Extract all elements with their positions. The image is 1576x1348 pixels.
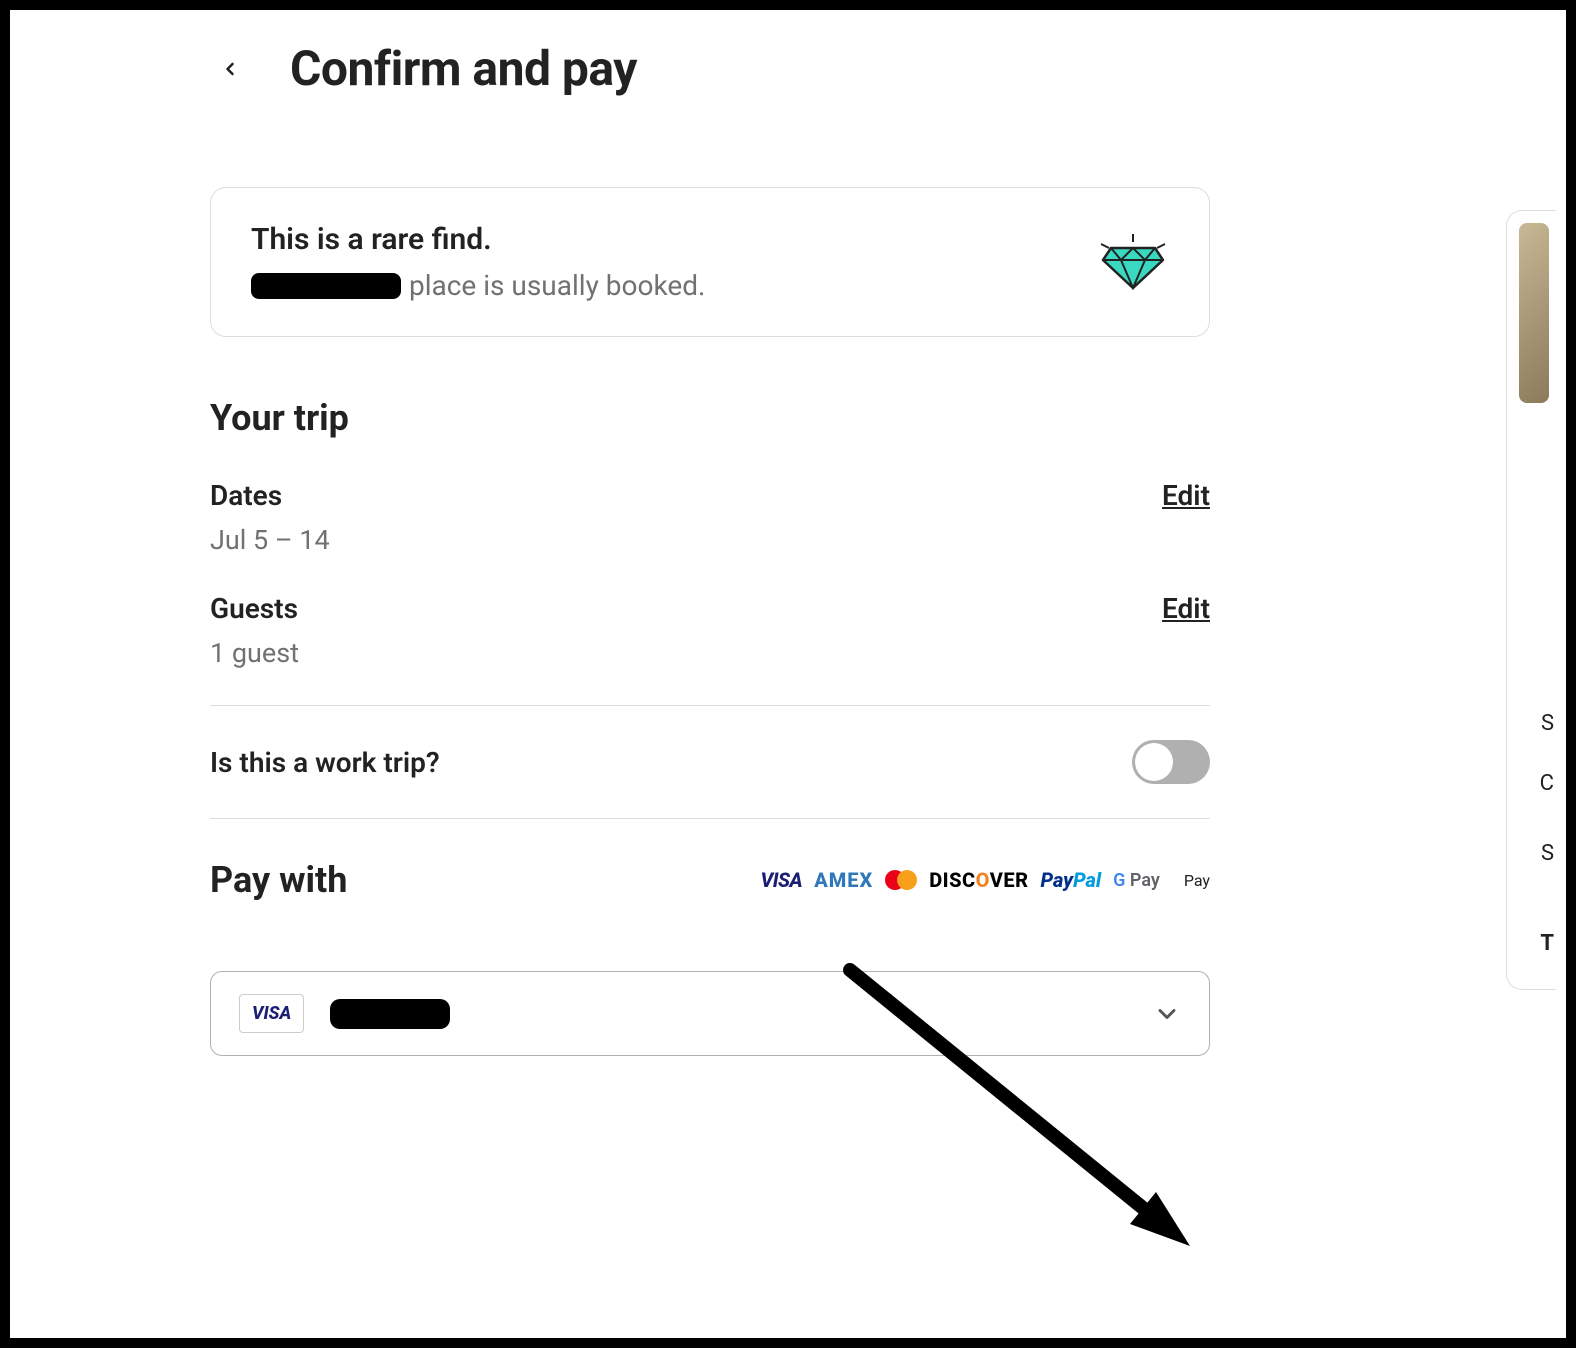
page-frame: Confirm and pay This is a rare find. pla… xyxy=(0,0,1576,1348)
sliver-text: S xyxy=(1541,841,1554,866)
paypal-icon: PayPal xyxy=(1041,868,1102,892)
rare-find-card: This is a rare find. place is usually bo… xyxy=(210,187,1210,337)
mastercard-icon xyxy=(885,870,917,890)
divider xyxy=(210,705,1210,706)
header-row: Confirm and pay xyxy=(210,40,1210,97)
work-trip-toggle[interactable] xyxy=(1132,740,1210,784)
payment-method-dropdown[interactable]: VISA xyxy=(210,971,1210,1056)
toggle-knob xyxy=(1135,743,1173,781)
redacted-card-number xyxy=(330,999,450,1029)
page-title: Confirm and pay xyxy=(290,40,637,97)
redacted-host-name xyxy=(251,273,401,299)
dates-block: Dates Jul 5 – 14 xyxy=(210,479,330,556)
pay-with-row: Pay with VISA AMEX DISCOVER PayPal G Pay… xyxy=(210,859,1210,901)
listing-summary-card-sliver: S C S T xyxy=(1506,210,1556,990)
divider xyxy=(210,818,1210,819)
rare-find-subtitle-suffix: place is usually booked. xyxy=(409,269,705,302)
visa-icon: VISA xyxy=(761,868,803,892)
sliver-text: T xyxy=(1540,931,1554,956)
work-trip-label: Is this a work trip? xyxy=(210,746,440,779)
listing-thumbnail xyxy=(1519,223,1549,403)
payment-logos: VISA AMEX DISCOVER PayPal G Pay Pay xyxy=(761,868,1211,892)
your-trip-heading: Your trip xyxy=(210,397,1210,439)
dates-label: Dates xyxy=(210,479,330,512)
rare-find-title: This is a rare find. xyxy=(251,222,705,257)
discover-icon: DISCOVER xyxy=(929,868,1028,892)
chevron-down-icon xyxy=(1153,1000,1181,1028)
googlepay-icon: G Pay xyxy=(1113,870,1160,891)
main-content: Confirm and pay This is a rare find. pla… xyxy=(10,10,1410,1056)
guests-block: Guests 1 guest xyxy=(210,592,299,669)
sliver-text: S xyxy=(1541,711,1554,736)
visa-card-icon: VISA xyxy=(239,994,304,1033)
sliver-text: C xyxy=(1540,771,1554,796)
guests-row: Guests 1 guest Edit xyxy=(210,592,1210,669)
edit-dates-button[interactable]: Edit xyxy=(1162,479,1210,512)
rare-find-subtitle: place is usually booked. xyxy=(251,269,705,302)
dates-value: Jul 5 – 14 xyxy=(210,524,330,556)
rare-find-text: This is a rare find. place is usually bo… xyxy=(251,222,705,302)
payment-method-left: VISA xyxy=(239,994,450,1033)
back-button[interactable] xyxy=(210,49,250,89)
dates-row: Dates Jul 5 – 14 Edit xyxy=(210,479,1210,556)
amex-icon: AMEX xyxy=(814,868,873,892)
edit-guests-button[interactable]: Edit xyxy=(1162,592,1210,625)
guests-label: Guests xyxy=(210,592,299,625)
chevron-left-icon xyxy=(220,59,240,79)
diamond-icon xyxy=(1097,232,1169,292)
pay-with-heading: Pay with xyxy=(210,859,347,901)
work-trip-row: Is this a work trip? xyxy=(210,740,1210,784)
guests-value: 1 guest xyxy=(210,637,299,669)
